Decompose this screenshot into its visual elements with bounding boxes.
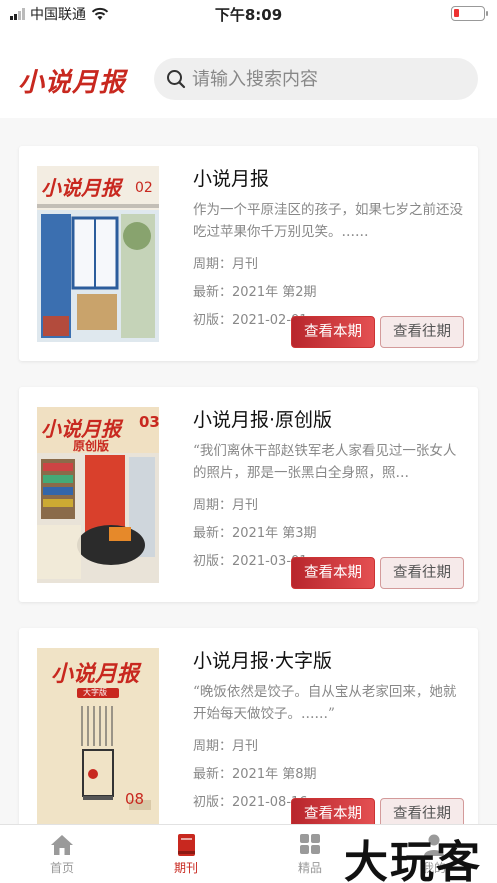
cover-issue-number: 02 — [135, 180, 153, 196]
clock: 下午8:09 — [214, 6, 283, 24]
home-icon — [51, 835, 73, 855]
battery-icon — [451, 6, 488, 21]
grid-icon — [300, 834, 320, 854]
magazine-excerpt: “晚饭依然是饺子。自从宝从老家回来，她就开始每天做饺子。……” — [193, 684, 457, 722]
magazine-excerpt: “我们离休干部赵铁军老人家看见过一张女人的照片，那是一张黑白全身照，照… — [193, 443, 457, 481]
cover-issue-number: 03 — [139, 413, 159, 431]
view-current-issue-button[interactable]: 查看本期 — [291, 316, 375, 348]
magazine-list[interactable]: 小说月报 02 小说月报 作为一个平原洼区的孩子，如果七岁之前还没吃过苹果你千万… — [0, 118, 497, 824]
magazine-latest-issue: 最新：2021年 第2期 — [193, 285, 317, 300]
magazine-period: 周期：月刊 — [193, 498, 259, 513]
view-current-issue-button[interactable]: 查看本期 — [291, 798, 375, 824]
status-bar: 中国联通 下午8:09 — [0, 0, 497, 26]
magazine-info: 小说月报·原创版 “我们离休干部赵铁军老人家看见过一张女人的照片，那是一张黑白全… — [193, 405, 463, 569]
magazine-latest-issue: 最新：2021年 第3期 — [193, 526, 317, 541]
cover-logo: 小说月报 — [51, 661, 140, 687]
cover-edition-label: 大字版 — [83, 688, 107, 697]
search-input[interactable] — [192, 58, 462, 100]
magazine-title[interactable]: 小说月报·原创版 — [193, 405, 463, 432]
tab-home[interactable]: 首页 — [22, 833, 102, 876]
view-past-issues-button[interactable]: 查看往期 — [380, 316, 464, 348]
cover-logo: 小说月报 — [41, 176, 121, 200]
app-logo[interactable]: 小说月报 — [18, 62, 126, 99]
magazine-title[interactable]: 小说月报 — [193, 164, 463, 191]
magazine-title[interactable]: 小说月报·大字版 — [193, 646, 463, 673]
header: 小说月报 — [0, 26, 497, 118]
cover-edition-label: 原创版 — [73, 439, 110, 453]
tab-featured[interactable]: 精品 — [270, 833, 350, 876]
search-icon — [167, 70, 186, 89]
view-current-issue-button[interactable]: 查看本期 — [291, 557, 375, 589]
magazine-info: 小说月报 作为一个平原洼区的孩子，如果七岁之前还没吃过苹果你千万别见笑。…… 周… — [193, 164, 463, 328]
tab-label: 精品 — [297, 861, 322, 875]
magazine-cover[interactable]: 小说月报 03 原创版 — [37, 407, 159, 583]
watermark: 大玩客 — [344, 837, 482, 883]
magazine-info: 小说月报·大字版 “晚饭依然是饺子。自从宝从老家回来，她就开始每天做饺子。……”… — [193, 646, 463, 810]
magazine-cover[interactable]: 小说月报 大字版 08 — [37, 648, 159, 824]
book-icon — [178, 834, 195, 856]
magazine-cover[interactable]: 小说月报 02 — [37, 166, 159, 342]
magazine-excerpt: 作为一个平原洼区的孩子，如果七岁之前还没吃过苹果你千万别见笑。…… — [193, 202, 463, 240]
magazine-period: 周期：月刊 — [193, 257, 259, 272]
tab-periodicals[interactable]: 期刊 — [146, 833, 226, 876]
magazine-period: 周期：月刊 — [193, 739, 259, 754]
cover-issue-number: 08 — [125, 790, 145, 808]
magazine-card[interactable]: 小说月报 大字版 08 小说月报·大字版 “晚饭依然是饺子。自从宝从老家回来，她… — [19, 628, 478, 824]
tab-label: 首页 — [49, 861, 74, 875]
magazine-card[interactable]: 小说月报 02 小说月报 作为一个平原洼区的孩子，如果七岁之前还没吃过苹果你千万… — [19, 146, 478, 361]
tab-label: 期刊 — [173, 861, 198, 875]
view-past-issues-button[interactable]: 查看往期 — [380, 557, 464, 589]
magazine-card[interactable]: 小说月报 03 原创版 小说月报·原创版 “我们离休干部赵铁军老人家看见过一张女… — [19, 387, 478, 602]
magazine-latest-issue: 最新：2021年 第8期 — [193, 767, 317, 782]
view-past-issues-button[interactable]: 查看往期 — [380, 798, 464, 824]
search-bar[interactable] — [154, 58, 478, 100]
